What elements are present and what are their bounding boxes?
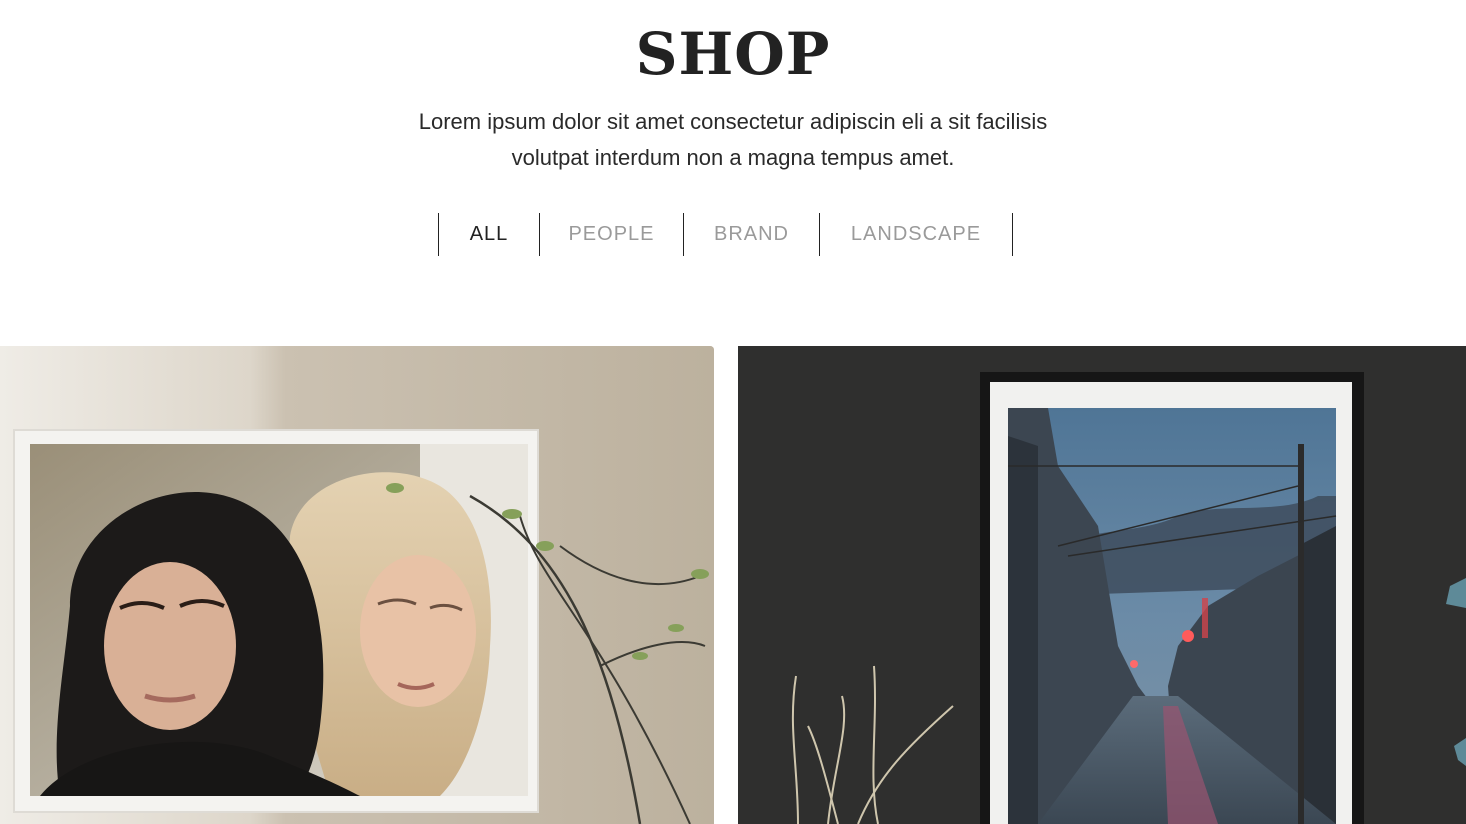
filter-landscape[interactable]: LANDSCAPE [820, 213, 1013, 256]
filter-people[interactable]: PEOPLE [540, 213, 684, 256]
page-title: SHOP [635, 20, 831, 88]
portrait-artwork-image [0, 346, 714, 824]
gallery-item-street[interactable] [738, 346, 1466, 824]
page-description: Lorem ipsum dolor sit amet consectetur a… [418, 109, 1048, 170]
category-filter-bar: ALL PEOPLE BRAND LANDSCAPE [438, 213, 1013, 256]
filter-brand[interactable]: BRAND [684, 213, 820, 256]
gallery-item-portrait[interactable] [0, 346, 714, 824]
street-artwork-image [738, 346, 1466, 824]
filter-all[interactable]: ALL [439, 213, 540, 256]
